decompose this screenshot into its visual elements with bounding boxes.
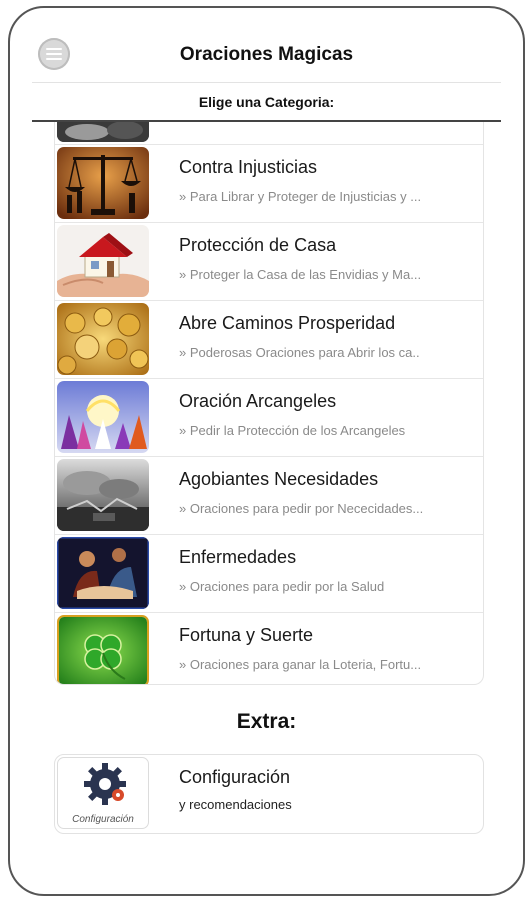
category-title: Enfermedades [179, 547, 297, 567]
partial-image [57, 122, 149, 142]
category-title: Protección de Casa [179, 235, 337, 255]
category-subtitle: » Proteger la Casa de las Envidias y Ma.… [179, 267, 422, 282]
gold-coins-image [57, 303, 149, 375]
clover-image [57, 615, 149, 684]
category-title: Oración Arcangeles [179, 391, 337, 411]
gear-icon [84, 763, 126, 805]
settings-thumbnail-caption: Configuración [72, 814, 134, 825]
house-in-hands-image [57, 225, 149, 297]
settings-thumbnail: Configuración [57, 757, 149, 829]
list-item[interactable]: Oración Arcangeles » Pedir la Protección… [55, 379, 483, 457]
category-subtitle: » Oraciones para pedir por la Salud [179, 579, 385, 594]
list-item[interactable] [55, 122, 483, 145]
category-title: Agobiantes Necesidades [179, 469, 379, 489]
category-title: Abre Caminos Prosperidad [179, 313, 396, 333]
list-item[interactable]: Protección de Casa » Proteger la Casa de… [55, 223, 483, 301]
category-subtitle: » Para Librar y Proteger de Injusticias … [179, 189, 422, 204]
scales-of-justice-image [57, 147, 149, 219]
category-subtitle: » Pedir la Protección de los Arcangeles [179, 423, 406, 438]
category-subtitle: » Oraciones para ganar la Loteria, Fortu… [179, 657, 422, 672]
extra-heading: Extra: [236, 710, 297, 733]
category-list: Contra Injusticias » Para Librar y Prote… [54, 122, 484, 685]
page-title: Oraciones Magicas [179, 44, 354, 65]
storm-scene-image [57, 459, 149, 531]
category-subtitle: » Oraciones para pedir por Nececidades..… [179, 501, 424, 516]
healing-scene-image [57, 537, 149, 609]
list-item[interactable]: Abre Caminos Prosperidad » Poderosas Ora… [55, 301, 483, 379]
app-header: Oraciones Magicas [10, 8, 523, 84]
category-title: Fortuna y Suerte [179, 625, 314, 645]
app-frame: Oraciones Magicas Elige una Categoria: C… [8, 6, 525, 896]
settings-item[interactable]: Configuración Configuración y recomendac… [54, 754, 484, 834]
list-item[interactable]: Agobiantes Necesidades » Oraciones para … [55, 457, 483, 535]
category-title: Contra Injusticias [179, 157, 318, 177]
header-divider [32, 82, 501, 83]
settings-title: Configuración [179, 767, 291, 787]
list-item[interactable]: Contra Injusticias » Para Librar y Prote… [55, 145, 483, 223]
category-subtitle: » Poderosas Oraciones para Abrir los ca.… [179, 345, 420, 360]
list-item[interactable]: Fortuna y Suerte » Oraciones para ganar … [55, 613, 483, 684]
settings-subtitle: y recomendaciones [179, 797, 292, 812]
category-prompt: Elige una Categoria: [198, 94, 335, 110]
archangels-image [57, 381, 149, 453]
list-item[interactable]: Enfermedades » Oraciones para pedir por … [55, 535, 483, 613]
